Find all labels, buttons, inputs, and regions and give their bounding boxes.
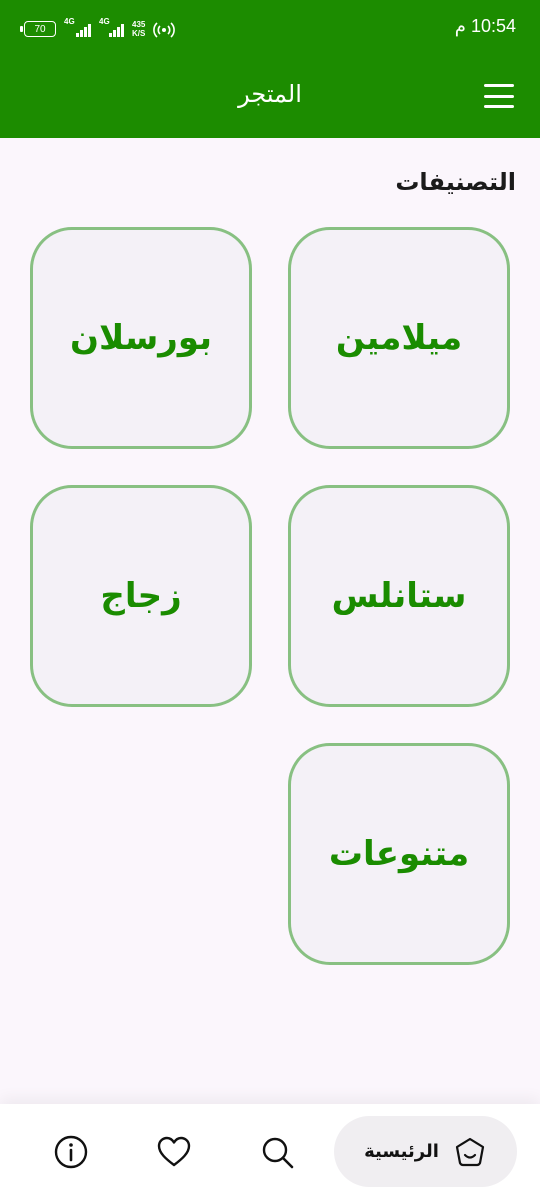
heart-icon[interactable] <box>156 1134 192 1170</box>
battery-level: 70 <box>34 23 46 35</box>
page-title: المتجر <box>238 80 302 108</box>
status-time: 10:54 م <box>454 16 516 36</box>
category-label: متنوعات <box>328 834 470 874</box>
category-card-stainless[interactable]: ستانلس <box>288 485 510 707</box>
status-bar: 10:54 م 70 4G 4G 435 K/S <box>0 0 540 58</box>
category-label: ستانلس <box>331 576 467 616</box>
categories-heading: التصنيفات <box>395 168 516 196</box>
category-card-melamine[interactable]: ميلامين <box>288 227 510 449</box>
app-header: 10:54 م 70 4G 4G 435 K/S المتجر <box>0 0 540 138</box>
nav-home-button[interactable]: الرئيسية <box>334 1116 517 1187</box>
category-card-glass[interactable]: زجاج <box>30 485 252 707</box>
network-speed-value: 435 <box>132 20 146 29</box>
network-speed: 435 K/S <box>132 20 145 38</box>
bottom-navigation: الرئيسية <box>0 1104 540 1200</box>
battery-icon: 70 <box>20 21 56 37</box>
category-label: بورسلان <box>70 318 212 358</box>
hamburger-menu-icon[interactable] <box>484 84 514 108</box>
signal-icon: 4G <box>64 17 91 37</box>
network-type-label-2: 4G <box>99 17 110 26</box>
search-icon[interactable] <box>259 1134 295 1170</box>
category-label: ميلامين <box>335 318 463 358</box>
signal-icon-2: 4G <box>99 17 124 37</box>
nav-home-label: الرئيسية <box>364 1141 439 1162</box>
status-indicators: 70 4G 4G 435 K/S <box>20 17 176 41</box>
info-icon[interactable] <box>53 1134 89 1170</box>
category-card-porcelain[interactable]: بورسلان <box>30 227 252 449</box>
home-icon <box>455 1137 485 1166</box>
category-label: زجاج <box>100 576 182 616</box>
network-type-label: 4G <box>64 17 75 26</box>
network-speed-unit: K/S <box>132 29 146 38</box>
hotspot-icon <box>153 22 176 38</box>
category-card-misc[interactable]: متنوعات <box>288 743 510 965</box>
